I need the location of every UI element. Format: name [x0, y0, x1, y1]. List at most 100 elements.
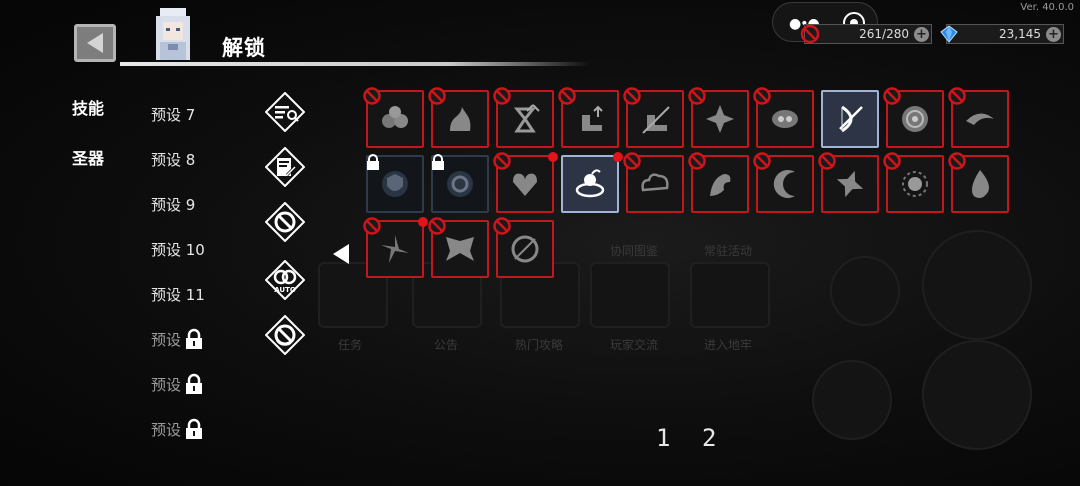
- bg-tile: [590, 262, 670, 328]
- energy-counter: 261/280 +: [804, 24, 932, 44]
- shuriken-icon: [836, 170, 864, 198]
- skill-slot[interactable]: [948, 87, 1009, 148]
- bg-label: 公告: [434, 338, 459, 352]
- ban-icon: [688, 87, 706, 105]
- preset-9[interactable]: 预设 9: [151, 194, 195, 215]
- skill-slot[interactable]: [493, 152, 558, 213]
- preset-label: 预设: [151, 330, 182, 349]
- heart-flame-icon: [513, 173, 537, 196]
- bg-circle: [812, 360, 892, 440]
- skill-slot[interactable]: [366, 154, 424, 213]
- preset-label: 预设: [151, 375, 182, 394]
- ban-cycle-icon[interactable]: [265, 315, 305, 355]
- ban-icon[interactable]: [265, 202, 305, 242]
- skill-slot[interactable]: [363, 217, 428, 278]
- skill-slot[interactable]: [431, 154, 489, 213]
- preset-7[interactable]: 预设 7: [151, 104, 195, 125]
- gem-value: 23,145: [999, 27, 1041, 41]
- droplet-flame-icon: [972, 170, 989, 198]
- wing-dash-icon: [966, 113, 994, 125]
- skill-slot[interactable]: [623, 87, 684, 148]
- preset-label: 预设 7: [151, 106, 196, 124]
- skill-slot[interactable]: [428, 87, 489, 148]
- skill-slot[interactable]: [428, 217, 489, 278]
- skill-slot[interactable]: [623, 152, 684, 213]
- orb-lock-icon: [447, 171, 473, 197]
- ban-icon: [753, 87, 771, 105]
- ban-icon: [558, 87, 576, 105]
- preset-label: 预设 11: [151, 286, 205, 304]
- preset-10[interactable]: 预设 10: [151, 239, 205, 260]
- lock-icon: [367, 154, 379, 170]
- gem-icon: [940, 25, 958, 43]
- bg-label: 协同图鉴: [610, 244, 659, 258]
- lock-icon: [186, 328, 203, 349]
- character-avatar: [156, 8, 190, 60]
- ban-icon: [363, 87, 381, 105]
- skill-slot[interactable]: [493, 87, 554, 148]
- skill-slot[interactable]: [818, 152, 879, 213]
- skill-slot[interactable]: [688, 87, 749, 148]
- preset-locked-2[interactable]: 预设: [151, 373, 205, 395]
- bg-circle: [922, 340, 1032, 450]
- page-1-button[interactable]: 1: [656, 424, 670, 452]
- energy-value: 261/280: [859, 27, 909, 41]
- gem-counter: 23,145 +: [940, 24, 1064, 44]
- preset-label: 预设 10: [151, 241, 205, 259]
- skill-slot[interactable]: [558, 87, 619, 148]
- auto-icon[interactable]: AUTO: [265, 260, 305, 300]
- triple-orb-icon: [382, 106, 408, 128]
- add-energy-button[interactable]: +: [914, 27, 929, 42]
- preset-8[interactable]: 预设 8: [151, 149, 195, 170]
- page-title: 解锁: [222, 36, 266, 60]
- ban-icon: [363, 217, 381, 235]
- ban-icon: [623, 87, 641, 105]
- ban-icon: [493, 87, 511, 105]
- back-button[interactable]: [74, 24, 116, 62]
- eye-cloud-icon: [772, 110, 798, 128]
- skill-slot[interactable]: [883, 152, 944, 213]
- preset-locked-3[interactable]: 预设: [151, 418, 205, 440]
- ban-icon: [883, 152, 901, 170]
- preset-11[interactable]: 预设 11: [151, 284, 205, 305]
- spiral-flower-icon: [902, 106, 928, 132]
- lock-icon: [432, 154, 444, 170]
- crescent-icon: [773, 170, 795, 198]
- dragon-icon: [710, 174, 731, 196]
- ban-icon: [883, 87, 901, 105]
- skill-slot[interactable]: [493, 217, 554, 278]
- thorn-burst-icon: [706, 105, 734, 133]
- bg-tile: [690, 262, 770, 328]
- skill-slot[interactable]: [821, 90, 879, 148]
- skill-slot[interactable]: [883, 87, 944, 148]
- page-2-button[interactable]: 2: [702, 424, 716, 452]
- boot-slash-icon: [642, 106, 670, 134]
- spin-blades-icon: [381, 235, 409, 263]
- search-filter-icon[interactable]: [265, 92, 305, 132]
- bg-label: 热门攻略: [515, 338, 564, 352]
- skill-slot[interactable]: [561, 152, 623, 213]
- bg-circle: [922, 230, 1032, 340]
- sun-ring-icon: [511, 235, 539, 263]
- category-skills[interactable]: 技能: [72, 95, 104, 119]
- ban-icon: [948, 87, 966, 105]
- skill-slot[interactable]: [688, 152, 749, 213]
- scroll-edit-icon[interactable]: [265, 147, 305, 187]
- preset-label: 预设: [151, 420, 182, 439]
- ban-icon: [493, 152, 511, 170]
- skill-slot[interactable]: [363, 87, 424, 148]
- preset-locked-1[interactable]: 预设: [151, 328, 205, 350]
- lock-icon: [186, 373, 203, 394]
- demon-wings-icon: [446, 237, 474, 261]
- category-relics[interactable]: 圣器: [72, 145, 104, 169]
- shield-ring-icon: [382, 171, 408, 197]
- ban-icon: [818, 152, 836, 170]
- add-gems-button[interactable]: +: [1046, 27, 1061, 42]
- new-badge-dot: [548, 152, 558, 162]
- skill-slot[interactable]: [753, 87, 814, 148]
- bg-label: 玩家交流: [610, 338, 659, 352]
- vortex-bomb-icon: [575, 169, 605, 198]
- skill-slot[interactable]: [753, 152, 814, 213]
- collapse-panel-arrow-icon[interactable]: [333, 244, 349, 264]
- skill-slot[interactable]: [948, 152, 1009, 213]
